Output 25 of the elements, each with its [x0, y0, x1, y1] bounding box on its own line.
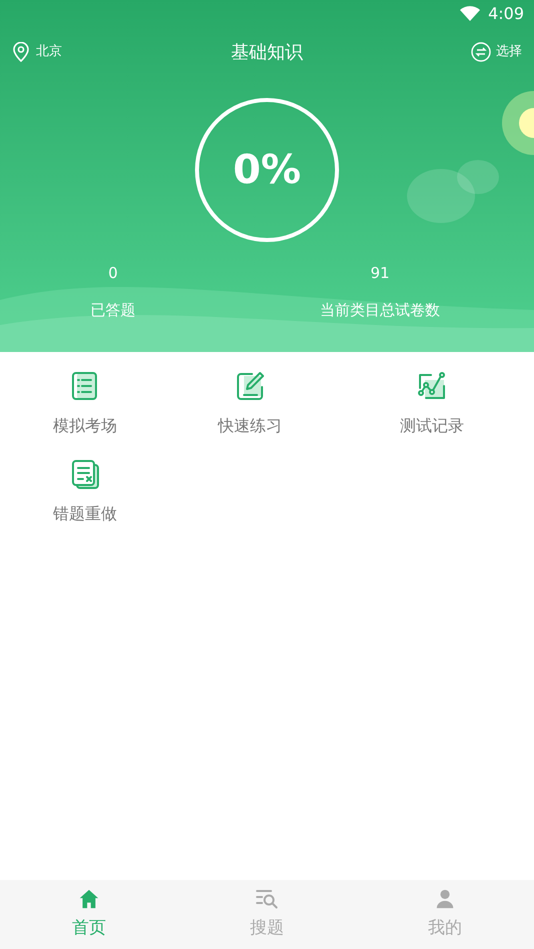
select-button[interactable]: 选择: [402, 42, 522, 62]
user-icon: [434, 888, 456, 910]
progress-percent: 0%: [233, 146, 301, 195]
feature-button[interactable]: 错题重做: [0, 458, 170, 526]
pencil-icon: [234, 370, 266, 402]
stat-value: 91: [370, 263, 390, 284]
swap-icon: [471, 42, 491, 62]
nav-tab[interactable]: 我的: [356, 880, 534, 949]
stat-label: 已答题: [90, 300, 136, 320]
home-icon: [78, 888, 100, 910]
feature-button[interactable]: 快速练习: [170, 370, 330, 438]
line-chart-icon: [416, 370, 448, 402]
location-pin-icon: [12, 42, 30, 62]
location-text[interactable]: 北京: [36, 42, 62, 62]
nav-tab[interactable]: 首页: [0, 880, 178, 949]
document-x-icon: [69, 458, 101, 490]
feature-button[interactable]: 测试记录: [330, 370, 534, 438]
nav-tab[interactable]: 搜题: [178, 880, 356, 949]
stat-value: 0: [108, 263, 118, 284]
feature-button[interactable]: 模拟考场: [0, 370, 170, 438]
page-title: 基础知识: [230, 40, 304, 64]
search-icon: [255, 888, 279, 910]
stat-label: 当前类目总试卷数: [320, 300, 440, 320]
wifi-icon: [460, 6, 480, 22]
status-time: 4:09: [488, 3, 524, 25]
